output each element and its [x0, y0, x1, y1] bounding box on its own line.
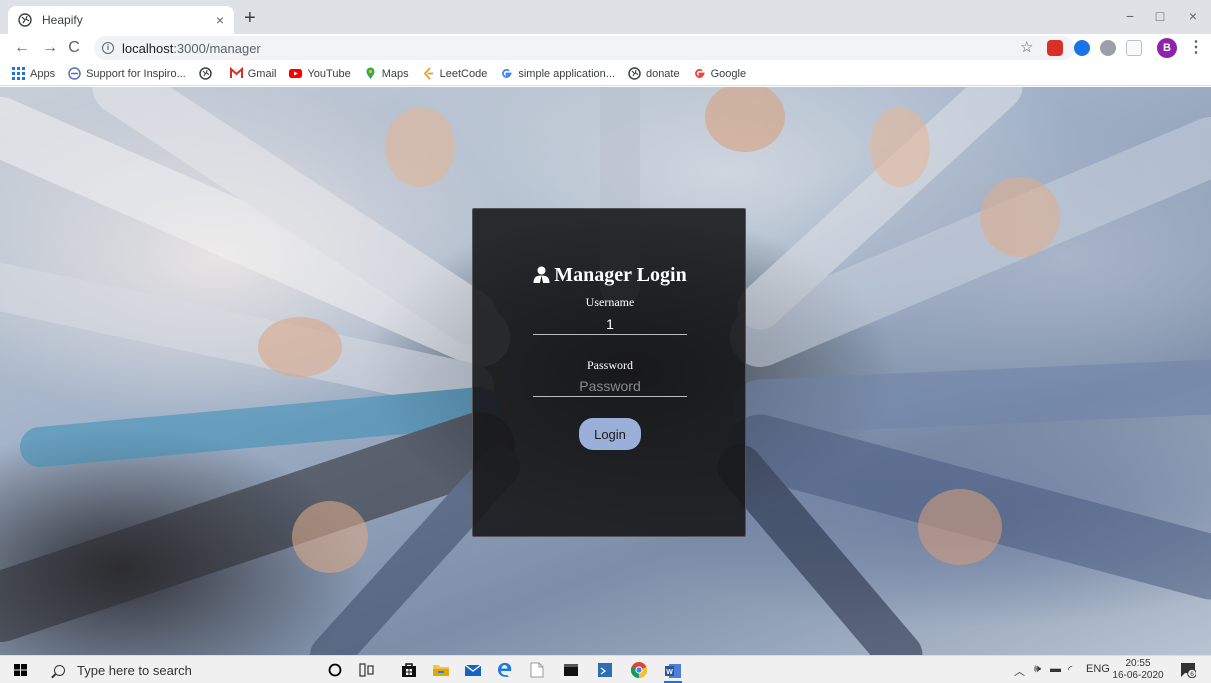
extension-square-icon[interactable]	[1126, 40, 1142, 56]
extension-shield-icon[interactable]	[1047, 40, 1063, 56]
taskbar-search-placeholder: Type here to search	[77, 662, 192, 678]
clock[interactable]: 20:55 16-06-2020	[1110, 658, 1166, 682]
tab-close-icon[interactable]: ×	[216, 13, 224, 27]
maps-pin-icon	[366, 67, 375, 79]
login-card: Manager Login Username Password Login	[472, 208, 746, 537]
bookmark-simple-application[interactable]: simple application...	[500, 67, 615, 80]
user-icon	[533, 266, 550, 283]
bookmark-label: Gmail	[247, 67, 277, 80]
language-indicator[interactable]: ENG	[1086, 663, 1110, 675]
terminal-icon[interactable]	[562, 661, 580, 679]
username-input[interactable]	[533, 313, 687, 335]
tab-strip: Heapify × + − □ ×	[0, 0, 1211, 34]
vscode-icon[interactable]	[596, 661, 614, 679]
volume-icon[interactable]: 🕪	[1034, 663, 1041, 676]
bookmark-support[interactable]: Support for Inspiro...	[68, 67, 186, 80]
url-host: localhost	[122, 40, 174, 56]
taskbar-search[interactable]: Type here to search	[44, 658, 306, 682]
page-viewport: Manager Login Username Password Login	[0, 87, 1211, 655]
bookmark-label: simple application...	[518, 67, 615, 80]
forward-button[interactable]: →	[40, 38, 60, 58]
bookmark-label: Google	[710, 67, 747, 80]
google-icon	[694, 68, 705, 78]
store-icon[interactable]	[400, 661, 418, 679]
bookmark-label: Support for Inspiro...	[86, 67, 186, 80]
leetcode-icon	[423, 67, 433, 80]
login-title-text: Manager Login	[554, 264, 687, 286]
extension-puzzle-icon[interactable]	[1100, 40, 1116, 56]
browser-tab[interactable]: Heapify ×	[8, 6, 234, 34]
task-view-icon[interactable]	[358, 661, 376, 679]
clock-time: 20:55	[1125, 658, 1151, 669]
bookmark-apps[interactable]: Apps	[12, 67, 55, 80]
battery-icon[interactable]: ▬	[1050, 663, 1061, 675]
svg-text:W: W	[666, 669, 673, 676]
bookmark-globe[interactable]	[199, 67, 217, 80]
bookmark-donate[interactable]: donate	[628, 67, 680, 80]
bookmark-gmail[interactable]: Gmail	[229, 67, 277, 80]
browser-menu-icon[interactable]: ⋮	[1188, 38, 1204, 58]
info-icon[interactable]: i	[102, 42, 114, 54]
url-text: localhost:3000/manager	[122, 41, 261, 56]
show-hidden-icons[interactable]: ︿	[1014, 663, 1025, 679]
globe-icon	[199, 67, 212, 80]
address-bar[interactable]: i localhost:3000/manager	[94, 36, 1074, 60]
login-title: Manager Login	[473, 264, 747, 287]
clock-date: 16-06-2020	[1112, 670, 1164, 681]
windows-taskbar: Type here to search W ︿ 🕪 ▬ ◜ ENG 20:55 …	[0, 655, 1211, 683]
edge-icon[interactable]	[496, 661, 514, 679]
chrome-icon[interactable]	[630, 661, 648, 679]
bookmark-leetcode[interactable]: LeetCode	[422, 67, 488, 80]
username-label: Username	[585, 295, 635, 309]
cortana-icon[interactable]	[326, 661, 344, 679]
search-icon	[54, 664, 65, 676]
notification-count: 6	[1190, 671, 1194, 678]
globe-icon	[18, 13, 32, 27]
bookmark-label: YouTube	[307, 67, 351, 80]
bookmark-google[interactable]: Google	[693, 67, 746, 80]
gmail-icon	[229, 67, 243, 78]
apps-grid-icon	[12, 67, 25, 80]
url-path: :3000/manager	[173, 40, 261, 56]
bookmark-youtube[interactable]: YouTube	[289, 67, 351, 80]
new-tab-button[interactable]: +	[244, 8, 256, 28]
tab-title: Heapify	[42, 13, 83, 27]
bookmark-label: donate	[645, 67, 680, 80]
password-input[interactable]	[533, 375, 687, 397]
globe-icon	[628, 67, 641, 80]
bookmark-label: Maps	[381, 67, 409, 80]
bookmark-star-icon[interactable]: ☆	[1020, 39, 1033, 57]
maximize-button[interactable]: □	[1150, 8, 1170, 24]
document-icon[interactable]	[528, 661, 546, 679]
bookmark-label: Apps	[30, 67, 56, 80]
browser-toolbar: ← → C i localhost:3000/manager ☆ B ⋮	[0, 34, 1211, 62]
password-label: Password	[586, 358, 633, 372]
youtube-icon	[289, 69, 303, 78]
close-window-button[interactable]: ×	[1183, 8, 1203, 24]
support-icon	[68, 67, 81, 80]
bookmarks-bar: Apps Support for Inspiro... Gmail YouTub…	[0, 62, 1211, 86]
notification-center-icon[interactable]: 6	[1180, 662, 1196, 678]
word-icon[interactable]: W	[664, 661, 682, 683]
windows-start-icon[interactable]	[14, 664, 27, 676]
minimize-button[interactable]: −	[1120, 8, 1140, 24]
bookmark-label: LeetCode	[439, 67, 488, 80]
profile-avatar[interactable]: B	[1157, 38, 1177, 58]
extension-circle-icon[interactable]	[1074, 40, 1090, 56]
google-icon	[502, 68, 512, 78]
bookmark-maps[interactable]: Maps	[364, 67, 409, 80]
mail-icon[interactable]	[464, 661, 482, 679]
back-button[interactable]: ←	[12, 38, 32, 58]
reload-button[interactable]: C	[64, 38, 84, 58]
file-explorer-icon[interactable]	[432, 661, 450, 679]
wifi-icon[interactable]: ◜	[1068, 663, 1072, 676]
login-button[interactable]: Login	[579, 418, 641, 450]
